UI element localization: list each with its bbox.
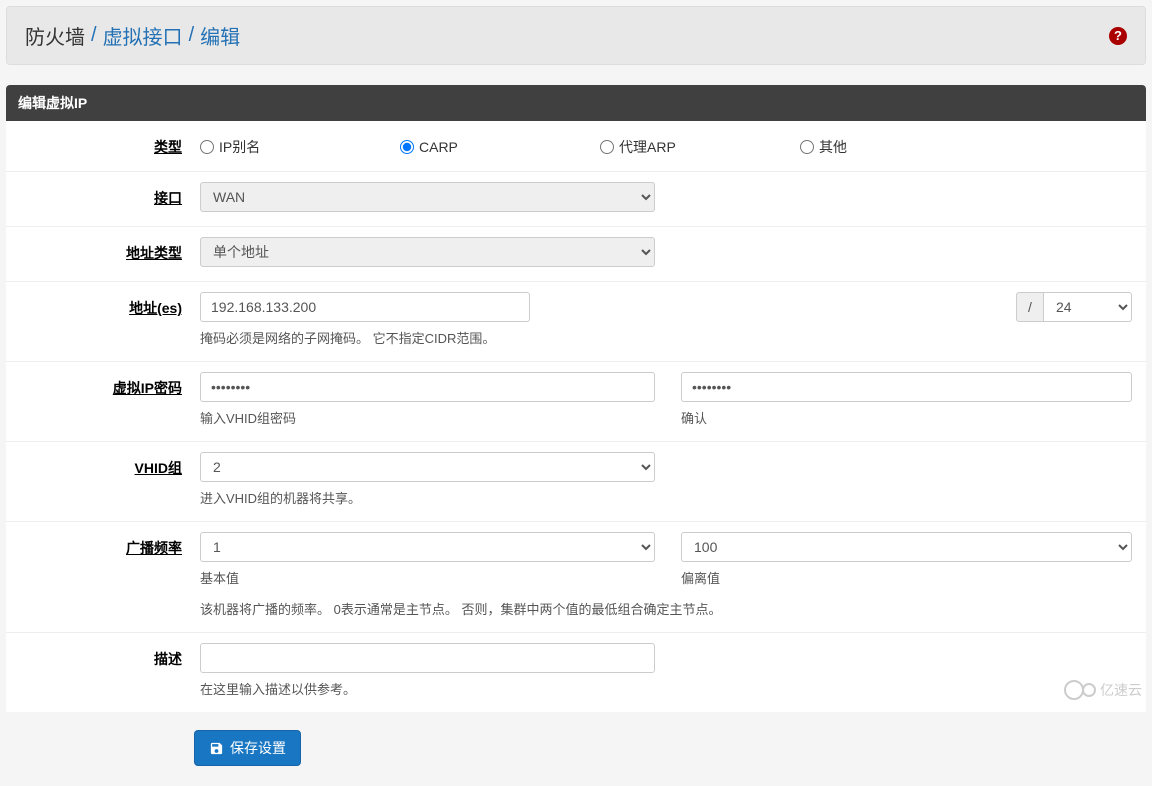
save-icon — [209, 741, 224, 756]
edit-virtual-ip-panel: 编辑虚拟IP 类型 IP别名 CARP 代理ARP 其他 — [6, 85, 1146, 712]
vip-password-helper: 输入VHID组密码 — [200, 408, 655, 427]
label-address-type: 地址类型 — [20, 237, 200, 263]
label-addresses: 地址(es) — [20, 292, 200, 318]
interface-select[interactable]: WAN — [200, 182, 655, 212]
radio-ipalias[interactable]: IP别名 — [200, 137, 400, 157]
row-description: 描述 在这里输入描述以供参考。 — [6, 633, 1146, 712]
label-interface: 接口 — [20, 182, 200, 208]
radio-other-input[interactable] — [800, 140, 814, 154]
row-interface: 接口 WAN — [6, 172, 1146, 227]
row-type: 类型 IP别名 CARP 代理ARP 其他 — [6, 121, 1146, 172]
watermark-icon — [1082, 683, 1096, 697]
address-input[interactable] — [200, 292, 530, 322]
radio-proxyarp[interactable]: 代理ARP — [600, 137, 800, 157]
help-icon[interactable]: ? — [1109, 27, 1127, 45]
vhid-helper: 进入VHID组的机器将共享。 — [200, 488, 1132, 507]
vip-password-confirm-helper: 确认 — [681, 408, 1132, 427]
watermark-text: 亿速云 — [1100, 680, 1142, 700]
label-vhid-group: VHID组 — [20, 452, 200, 478]
breadcrumb: 防火墙 / 虚拟接口 / 编辑 — [25, 21, 240, 50]
panel-title: 编辑虚拟IP — [6, 85, 1146, 121]
label-type: 类型 — [20, 131, 200, 157]
adv-freq-helper: 该机器将广播的频率。 0表示通常是主节点。 否则，集群中两个值的最低组合确定主节… — [200, 599, 1132, 618]
adv-skew-label: 偏离值 — [681, 568, 1132, 587]
radio-other-label: 其他 — [819, 137, 847, 157]
breadcrumb-root: 防火墙 — [25, 21, 85, 50]
label-adv-frequency: 广播频率 — [20, 532, 200, 558]
row-vhid-group: VHID组 2 进入VHID组的机器将共享。 — [6, 442, 1146, 522]
row-address-type: 地址类型 单个地址 — [6, 227, 1146, 282]
radio-carp[interactable]: CARP — [400, 137, 600, 157]
radio-ipalias-input[interactable] — [200, 140, 214, 154]
breadcrumb-sep: / — [189, 24, 195, 47]
save-button-label: 保存设置 — [230, 738, 286, 758]
page-header: 防火墙 / 虚拟接口 / 编辑 ? — [6, 6, 1146, 65]
radio-proxyarp-label: 代理ARP — [619, 137, 676, 157]
radio-carp-input[interactable] — [400, 140, 414, 154]
adv-base-select[interactable]: 1 — [200, 532, 655, 562]
adv-base-label: 基本值 — [200, 568, 655, 587]
row-vip-password: 虚拟IP密码 输入VHID组密码 确认 — [6, 362, 1146, 442]
cidr-slash: / — [1016, 292, 1044, 322]
label-description: 描述 — [20, 643, 200, 669]
adv-skew-select[interactable]: 100 — [681, 532, 1132, 562]
vhid-group-select[interactable]: 2 — [200, 452, 655, 482]
label-vip-password: 虚拟IP密码 — [20, 372, 200, 398]
vip-password-input[interactable] — [200, 372, 655, 402]
address-type-select[interactable]: 单个地址 — [200, 237, 655, 267]
save-button[interactable]: 保存设置 — [194, 730, 301, 766]
radio-other[interactable]: 其他 — [800, 137, 1000, 157]
vip-password-confirm-input[interactable] — [681, 372, 1132, 402]
radio-ipalias-label: IP别名 — [219, 137, 260, 157]
description-helper: 在这里输入描述以供参考。 — [200, 679, 1132, 698]
radio-carp-label: CARP — [419, 139, 458, 155]
breadcrumb-link-virtual-interface[interactable]: 虚拟接口 — [103, 21, 183, 50]
description-input[interactable] — [200, 643, 655, 673]
watermark: 亿速云 — [1064, 680, 1142, 700]
watermark-icon — [1064, 680, 1084, 700]
cidr-select[interactable]: 24 — [1044, 292, 1132, 322]
radio-proxyarp-input[interactable] — [600, 140, 614, 154]
breadcrumb-sep: / — [91, 24, 97, 47]
row-addresses: 地址(es) / 24 掩码必须是网络的子网掩码。 它不指定CIDR范围。 — [6, 282, 1146, 362]
address-helper: 掩码必须是网络的子网掩码。 它不指定CIDR范围。 — [200, 328, 1132, 347]
row-adv-frequency: 广播频率 1 基本值 100 偏离值 该机器将广播的频率。 0表示通常是主节点。… — [6, 522, 1146, 633]
breadcrumb-current[interactable]: 编辑 — [200, 21, 240, 50]
save-row: 保存设置 — [0, 712, 1152, 786]
